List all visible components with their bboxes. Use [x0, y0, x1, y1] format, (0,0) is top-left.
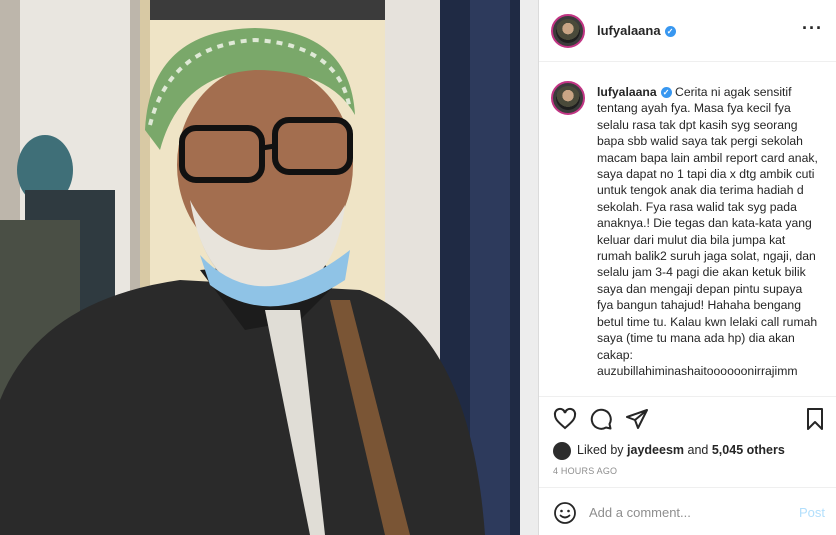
smile-icon[interactable]: [553, 501, 577, 525]
action-bar: [539, 396, 836, 442]
liker-username[interactable]: jaydeesm: [627, 443, 684, 457]
likes-line: Liked by jaydeesm and 5,045 others: [553, 440, 785, 460]
verified-icon: ✓: [660, 87, 672, 98]
liker-avatar[interactable]: [553, 441, 571, 460]
author-username[interactable]: lufyalaana ✓: [597, 23, 676, 38]
post-timestamp[interactable]: 4 HOURS AGO: [553, 466, 617, 476]
comment-box: Post: [539, 487, 836, 535]
post-header: lufyalaana ✓ ···: [539, 0, 836, 62]
more-icon[interactable]: ···: [802, 18, 823, 39]
post-photo-image: [0, 0, 538, 535]
caption-avatar[interactable]: [551, 81, 585, 115]
post-photo[interactable]: [0, 0, 538, 535]
caption-area: lufyalaana ✓ Cerita ni agak sensitif tent…: [539, 63, 836, 396]
author-username-text[interactable]: lufyalaana: [597, 23, 661, 38]
heart-icon[interactable]: [553, 407, 577, 431]
caption-username[interactable]: lufyalaana: [597, 85, 657, 99]
caption: lufyalaana ✓ Cerita ni agak sensitif tent…: [597, 84, 819, 379]
likes-others[interactable]: 5,045 others: [712, 443, 785, 457]
verified-icon: ✓: [664, 26, 676, 37]
bookmark-icon[interactable]: [803, 407, 827, 431]
comment-input[interactable]: [589, 501, 779, 523]
comment-icon[interactable]: [589, 407, 613, 431]
post-side-panel: lufyalaana ✓ ··· lufyalaana ✓ Cerita ni ag…: [538, 0, 836, 535]
likes-joiner: and: [687, 443, 709, 457]
caption-text: Cerita ni agak sensitif tentang ayah fya…: [597, 85, 818, 378]
share-icon[interactable]: [625, 407, 649, 431]
post-comment-button[interactable]: Post: [799, 505, 825, 520]
author-avatar[interactable]: [551, 14, 585, 48]
likes-prefix: Liked by: [577, 443, 624, 457]
